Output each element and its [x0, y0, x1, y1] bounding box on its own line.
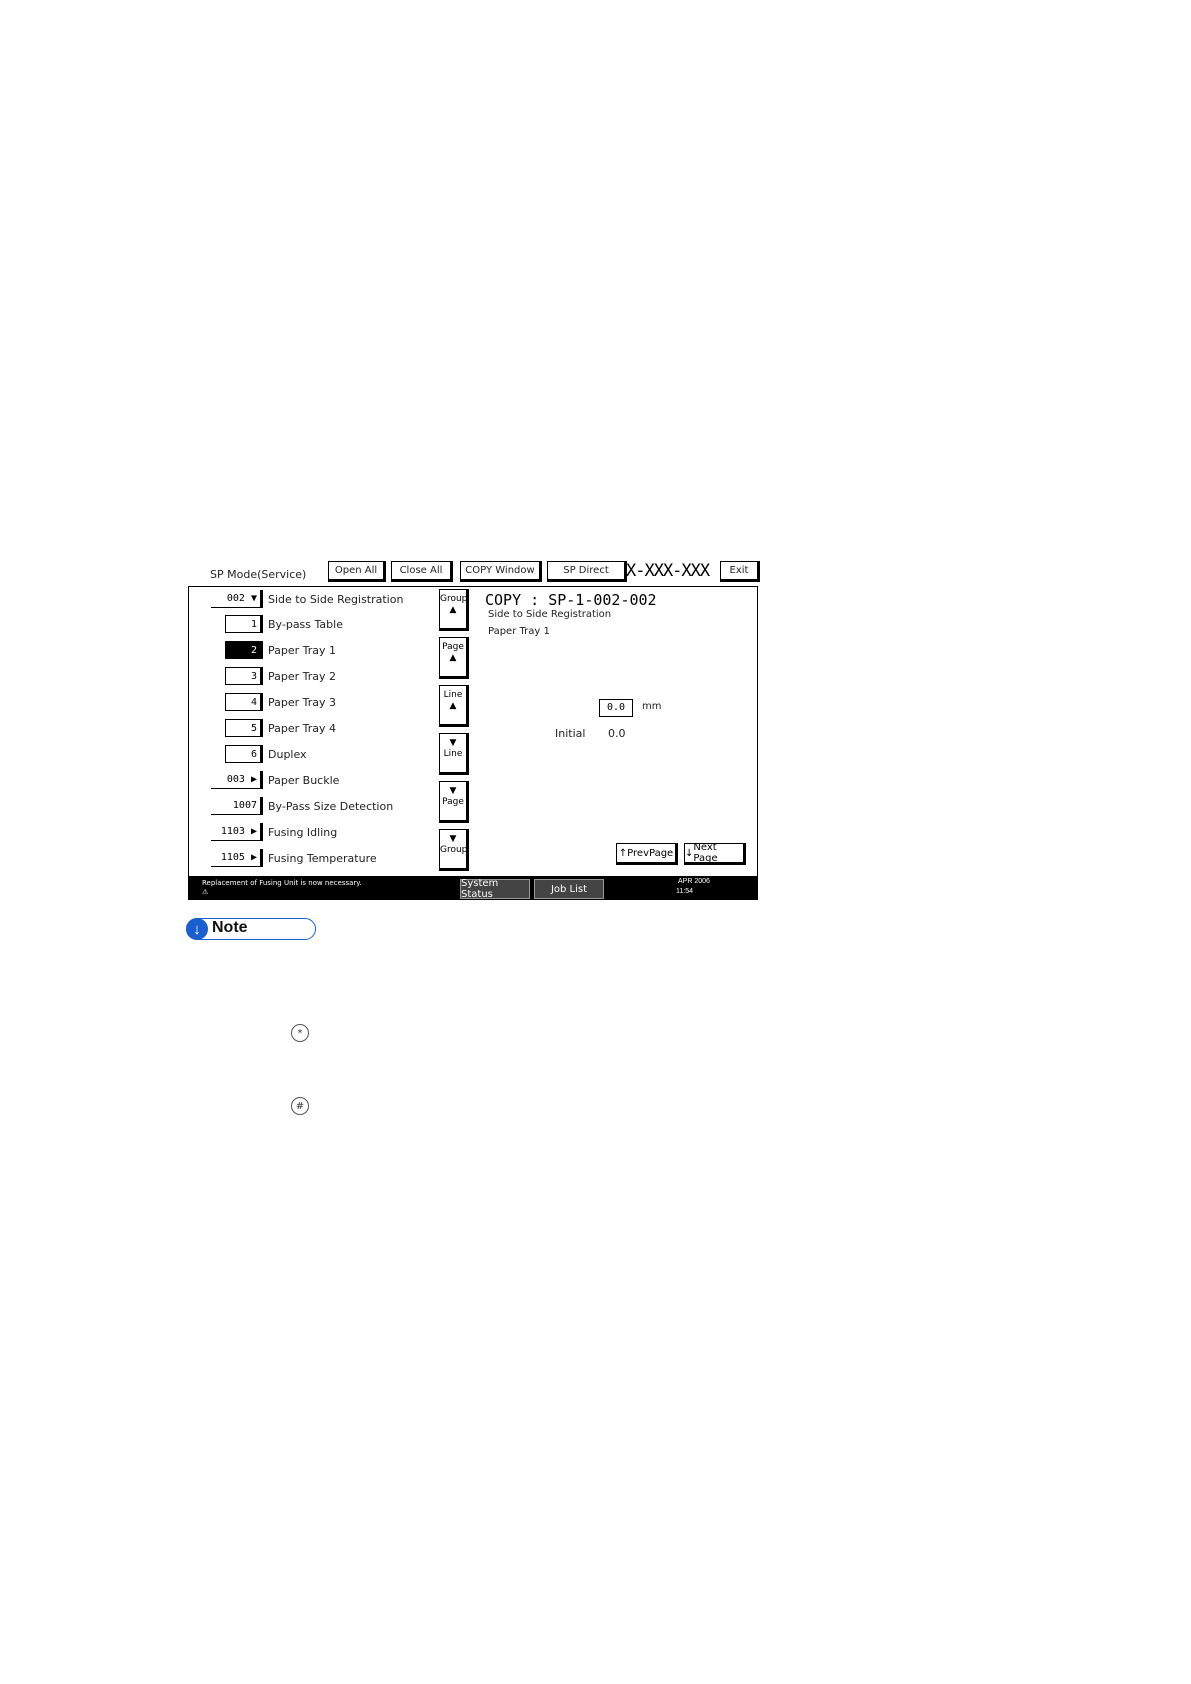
sp-number[interactable]: 1007 [211, 797, 263, 815]
open-all-button[interactable]: Open All [328, 561, 386, 582]
group-up-label: Group [440, 594, 468, 604]
sp-label: Duplex [268, 747, 307, 761]
sp-label: By-Pass Size Detection [268, 799, 394, 813]
line-down-button[interactable]: ▼ Line [439, 733, 469, 775]
next-page-button[interactable]: ↓ Next Page [684, 842, 746, 865]
arrow-up-icon: ↑ [618, 847, 628, 859]
arrow-down-icon: ↓ [186, 918, 208, 940]
note-label: Note [212, 919, 248, 936]
sp-number[interactable]: 3 [225, 667, 263, 685]
list-item[interactable]: 1105 ▶ Fusing Temperature [211, 848, 377, 868]
arrow-up-icon: ▲ [449, 653, 457, 663]
sp-label: Paper Tray 4 [268, 721, 337, 735]
page-down-button[interactable]: ▼ Page [439, 781, 469, 823]
arrow-down-icon: ▼ [449, 834, 457, 844]
line-up-label: Line [443, 690, 463, 700]
mode-title: SP Mode(Service) [210, 568, 307, 581]
arrow-down-icon: ↓ [685, 847, 694, 859]
list-item[interactable]: 3 Paper Tray 2 [211, 666, 336, 686]
sp-number[interactable]: 003 ▶ [211, 771, 263, 789]
asterisk-key-icon: * [291, 1024, 309, 1042]
sp-number[interactable]: 002 ▼ [211, 590, 263, 608]
sp-label: Paper Tray 2 [268, 669, 337, 683]
sp-detail-line1: Side to Side Registration [488, 609, 612, 620]
list-item[interactable]: 1 By-pass Table [211, 614, 343, 634]
sp-label: Paper Tray 3 [268, 695, 337, 709]
line-up-button[interactable]: Line ▲ [439, 685, 469, 727]
status-bar: Replacement of Fusing Unit is now necess… [188, 876, 758, 900]
list-item[interactable]: 1103 ▶ Fusing Idling [211, 822, 337, 842]
system-status-button[interactable]: System Status [460, 878, 530, 900]
warning-icon: ⚠ [202, 889, 209, 896]
close-all-button[interactable]: Close All [391, 561, 453, 582]
arrow-up-icon: ▲ [449, 605, 457, 615]
exit-button[interactable]: Exit [720, 561, 760, 582]
sp-number[interactable]: 1 [225, 615, 263, 633]
group-up-button[interactable]: Group ▲ [439, 589, 469, 631]
status-time: 11:54 [676, 888, 693, 895]
hash-key-icon: # [291, 1097, 309, 1115]
copy-window-button[interactable]: COPY Window [460, 561, 542, 582]
sp-number[interactable]: 6 [225, 745, 263, 763]
sp-label: Paper Tray 1 [268, 643, 337, 657]
unit-label: mm [642, 701, 662, 712]
list-item[interactable]: 003 ▶ Paper Buckle [211, 770, 339, 790]
sp-label: Side to Side Registration [268, 592, 404, 606]
sp-number-selected[interactable]: 2 [225, 641, 263, 659]
list-item[interactable]: 4 Paper Tray 3 [211, 692, 336, 712]
arrow-down-icon: ▼ [449, 786, 457, 796]
sp-detail-line2: Paper Tray 1 [488, 626, 550, 637]
list-item[interactable]: 2 Paper Tray 1 [211, 640, 336, 660]
arrow-down-icon: ▼ [449, 738, 457, 748]
prev-page-label: PrevPage [627, 847, 674, 859]
sp-direct-button[interactable]: SP Direct [547, 561, 627, 582]
line-down-label: Line [443, 749, 463, 759]
list-item[interactable]: 6 Duplex [211, 744, 307, 764]
initial-label: Initial [555, 727, 586, 740]
sp-detail-title: COPY : SP-1-002-002 [485, 591, 657, 609]
sp-label: Paper Buckle [268, 773, 340, 787]
sp-number[interactable]: 1105 ▶ [211, 849, 263, 867]
page-down-label: Page [442, 797, 464, 807]
status-message: Replacement of Fusing Unit is now necess… [202, 879, 362, 887]
job-list-button[interactable]: Job List [534, 879, 604, 899]
arrow-up-icon: ▲ [449, 701, 457, 711]
sp-label: Fusing Temperature [268, 851, 377, 865]
page-up-label: Page [442, 642, 464, 652]
list-item[interactable]: 002 ▼ Side to Side Registration [211, 589, 403, 609]
list-item[interactable]: 5 Paper Tray 4 [211, 718, 336, 738]
prev-page-button[interactable]: ↑ PrevPage [616, 843, 678, 865]
initial-value: 0.0 [608, 727, 626, 740]
sp-number[interactable]: 1103 ▶ [211, 823, 263, 841]
sp-number[interactable]: 5 [225, 719, 263, 737]
sp-label: Fusing Idling [268, 825, 338, 839]
sp-main-panel: 002 ▼ Side to Side Registration 1 By-pas… [188, 586, 758, 899]
sp-number[interactable]: 4 [225, 693, 263, 711]
group-down-button[interactable]: ▼ Group [439, 829, 469, 871]
page-up-button[interactable]: Page ▲ [439, 637, 469, 679]
group-down-label: Group [440, 845, 468, 855]
status-date: APR 2006 [678, 878, 710, 885]
next-page-label: Next Page [693, 842, 718, 864]
list-item[interactable]: 1007 By-Pass Size Detection [211, 796, 393, 816]
value-input[interactable]: 0.0 [599, 699, 633, 717]
sp-label: By-pass Table [268, 617, 343, 631]
model-number: X-XXX-XXX [626, 561, 710, 581]
